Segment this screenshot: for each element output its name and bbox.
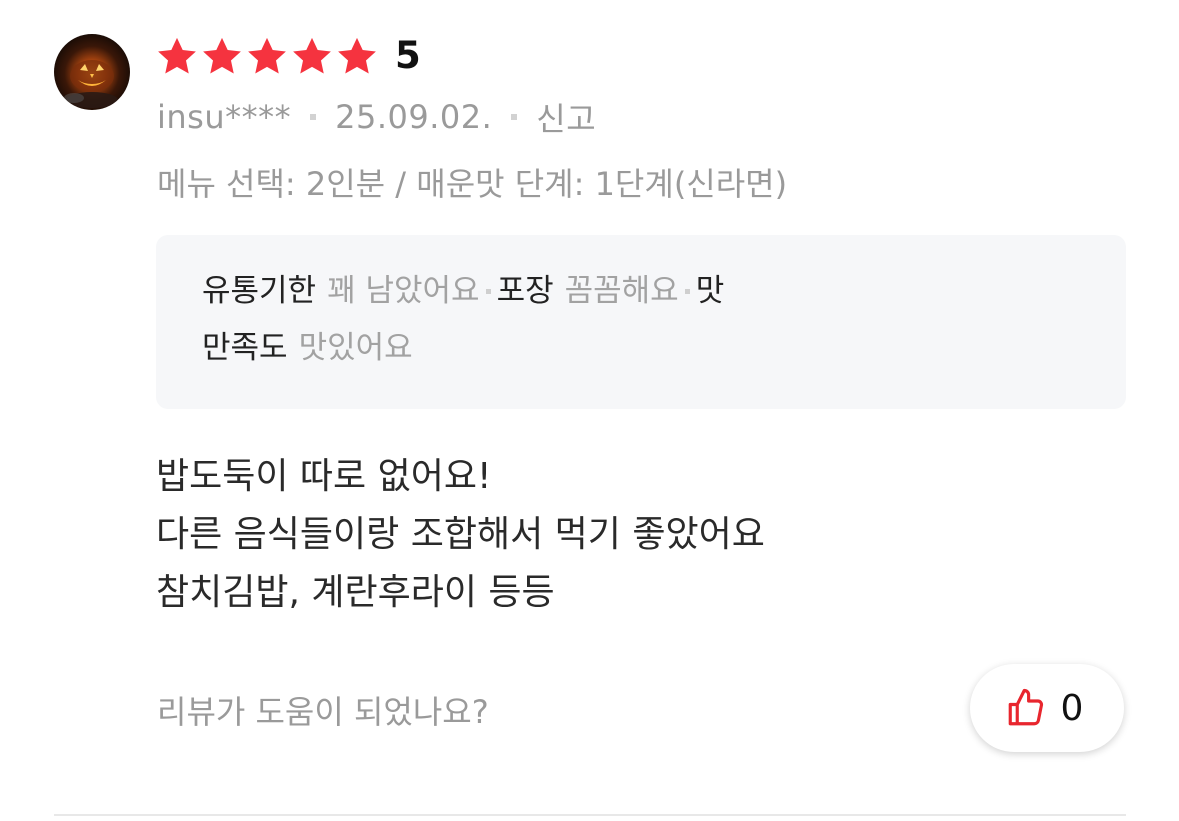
star-icon (158, 37, 196, 74)
review-date: 25.09.02. (335, 98, 493, 136)
separator-dot (511, 114, 518, 120)
tag-line: 만족도 맛있어요 (202, 326, 413, 370)
rating-value: 5 (395, 34, 421, 77)
tag-value: 꼼꼼해요 (564, 273, 679, 309)
star-icon (248, 37, 286, 74)
review-body-line: 밥도둑이 따로 없어요! (156, 456, 492, 497)
menu-selection: 메뉴 선택: 2인분 / 매운맛 단계: 1단계(신라면) (157, 165, 788, 203)
jack-o-lantern-icon (64, 60, 118, 108)
tag-value: 꽤 남았어요 (327, 273, 480, 309)
avatar (54, 34, 130, 110)
tag-key: 유통기한 (202, 273, 317, 309)
divider (54, 814, 1126, 816)
like-button[interactable]: 0 (970, 664, 1124, 752)
thumbs-up-icon (1008, 688, 1043, 726)
tag-key: 만족도 (202, 330, 288, 366)
star-icon (203, 37, 241, 74)
report-link[interactable]: 신고 (536, 94, 596, 140)
username: insu**** (157, 98, 292, 136)
star-icon (293, 37, 331, 74)
tag-line: 유통기한 꽤 남았어요 포장 꼼꼼해요 맛 (202, 269, 724, 313)
separator-dot (485, 288, 491, 294)
separator-dot (684, 288, 690, 294)
review-body-line: 다른 음식들이랑 조합해서 먹기 좋았어요 (156, 514, 765, 555)
separator-dot (310, 114, 317, 120)
tag-key: 맛 (695, 273, 725, 309)
helpful-question: 리뷰가 도움이 되었나요? (157, 693, 489, 731)
like-count: 0 (1060, 687, 1084, 729)
review-meta: insu**** 25.09.02. 신고 (157, 94, 596, 140)
review-body: 밥도둑이 따로 없어요! 다른 음식들이랑 조합해서 먹기 좋았어요 참치김밥,… (156, 448, 765, 622)
star-rating (155, 35, 380, 79)
review-body-line: 참치김밥, 계란후라이 등등 (156, 572, 555, 613)
review-tags-box: 유통기한 꽤 남았어요 포장 꼼꼼해요 맛 만족도 맛있어요 (156, 235, 1126, 409)
tag-value: 맛있어요 (298, 330, 413, 366)
star-icon (338, 37, 376, 74)
tag-key: 포장 (496, 273, 554, 309)
